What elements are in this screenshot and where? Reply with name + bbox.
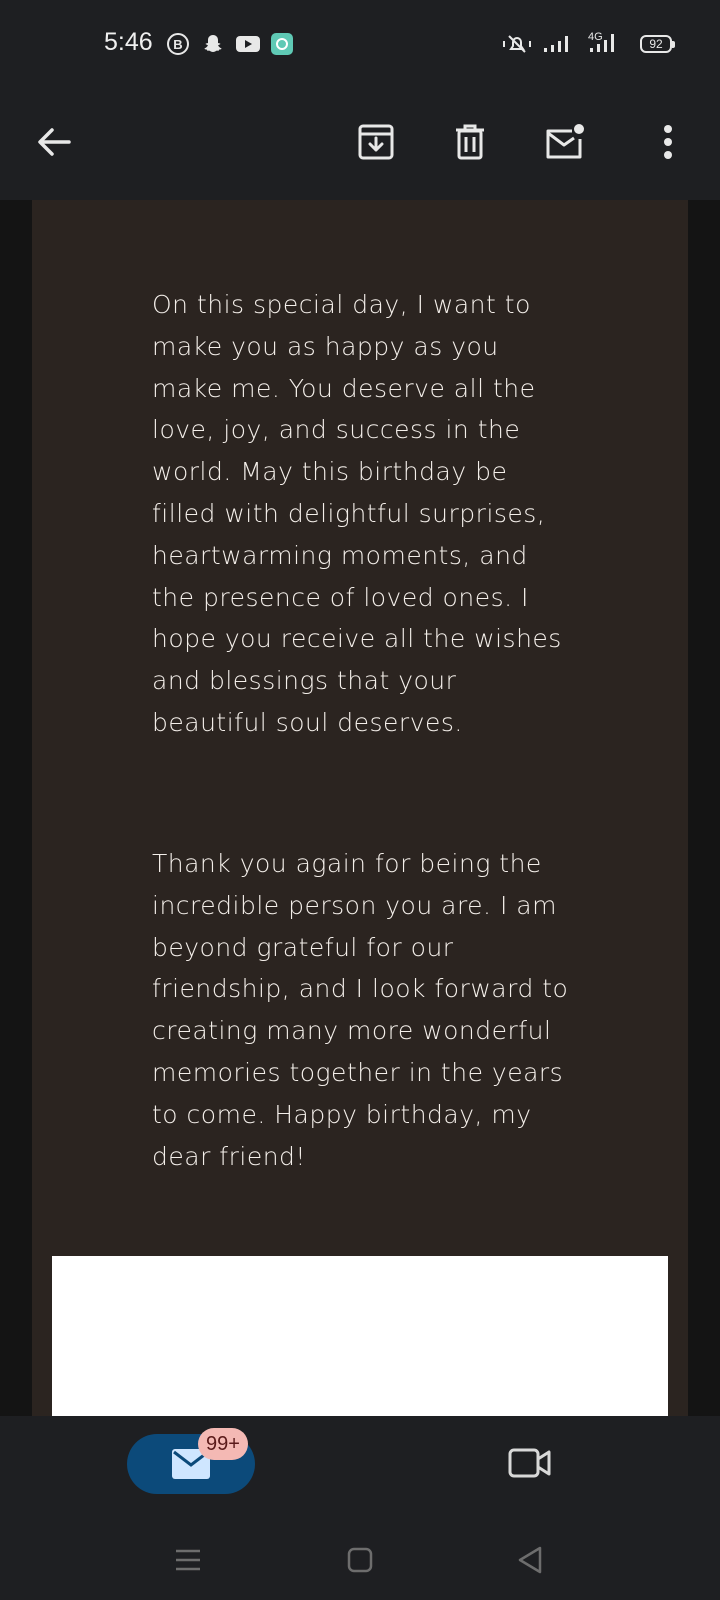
recents-button[interactable] <box>168 1540 208 1580</box>
email-paragraph-1: On this special day, I want to make you … <box>152 290 562 737</box>
email-toolbar <box>0 90 720 200</box>
signal-icon <box>542 32 572 60</box>
more-options-button[interactable] <box>638 112 698 172</box>
back-arrow-icon <box>38 128 71 156</box>
battery-icon: 92 <box>640 35 675 53</box>
mark-unread-icon <box>546 124 584 159</box>
home-icon <box>347 1547 373 1573</box>
delete-button[interactable] <box>440 112 500 172</box>
email-paragraph-2: Thank you again for being the incredible… <box>152 849 569 1171</box>
status-bar: 5:46 B 4G 92 <box>0 0 720 90</box>
bottom-nav: 99+ <box>0 1416 720 1526</box>
archive-icon <box>358 124 394 160</box>
system-back-button[interactable] <box>510 1540 550 1580</box>
youtube-icon <box>235 32 261 60</box>
svg-text:B: B <box>173 37 182 52</box>
video-camera-icon <box>508 1448 551 1478</box>
snapchat-icon <box>201 32 225 60</box>
email-image-block <box>52 1256 668 1416</box>
meet-tab[interactable] <box>500 1438 560 1488</box>
mark-unread-button[interactable] <box>535 112 595 172</box>
home-button[interactable] <box>340 1540 380 1580</box>
email-card: On this special day, I want to make you … <box>32 200 688 1416</box>
mail-unread-badge: 99+ <box>198 1428 248 1460</box>
back-triangle-icon <box>518 1546 542 1574</box>
back-button[interactable] <box>24 112 84 172</box>
system-nav <box>0 1526 720 1600</box>
b-circle-icon: B <box>166 32 190 60</box>
email-body-container[interactable]: On this special day, I want to make you … <box>0 200 720 1416</box>
svg-text:4G: 4G <box>588 31 603 43</box>
delete-icon <box>456 124 484 160</box>
archive-button[interactable] <box>346 112 406 172</box>
status-time: 5:46 <box>104 28 153 56</box>
more-options-icon <box>664 125 672 159</box>
app-icon <box>270 32 294 60</box>
recents-icon <box>176 1549 200 1571</box>
signal-4g-icon: 4G <box>580 28 620 60</box>
mute-icon <box>502 32 532 60</box>
